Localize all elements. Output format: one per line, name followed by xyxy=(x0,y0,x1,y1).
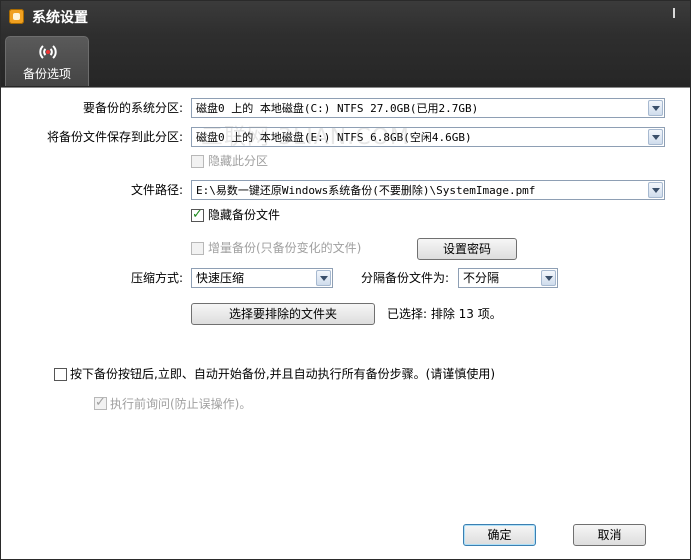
tab-label: 备份选项 xyxy=(22,67,71,81)
window-title: 系统设置 xyxy=(32,10,88,26)
confirm-before-label: 执行前询问(防止误操作)。 xyxy=(110,397,252,411)
split-select[interactable]: 不分隔 xyxy=(458,268,558,288)
source-partition-select[interactable]: 磁盘0 上的 本地磁盘(C:) NTFS 27.0GB(已用2.7GB) xyxy=(191,98,665,118)
chevron-down-icon[interactable] xyxy=(316,270,331,286)
close-icon[interactable] xyxy=(669,8,679,18)
divider xyxy=(1,87,690,88)
file-path-label: 文件路径: xyxy=(130,183,183,197)
hide-partition-checkbox[interactable] xyxy=(191,155,204,168)
confirm-before-checkbox[interactable]: ✓ xyxy=(94,395,107,410)
dest-partition-label: 将备份文件保存到此分区: xyxy=(46,130,183,144)
incremental-backup-label: 增量备份(只备份变化的文件) xyxy=(208,241,362,255)
compression-value: 快速压缩 xyxy=(196,272,245,285)
compression-select[interactable]: 快速压缩 xyxy=(191,268,333,288)
source-partition-value: 磁盘0 上的 本地磁盘(C:) NTFS 27.0GB(已用2.7GB) xyxy=(196,102,479,115)
tab-backup-options[interactable]: 备份选项 xyxy=(5,36,89,86)
split-value: 不分隔 xyxy=(463,272,500,285)
auto-start-checkbox[interactable] xyxy=(54,368,67,381)
file-path-select[interactable]: E:\易数一键还原Windows系统备份(不要删除)\SystemImage.p… xyxy=(191,180,665,200)
split-label: 分隔备份文件为: xyxy=(361,271,450,285)
title-bar: 系统设置 备份选项 xyxy=(1,1,690,87)
set-password-button[interactable]: 设置密码 xyxy=(417,238,517,260)
hide-backup-file-label: 隐藏备份文件 xyxy=(208,208,281,222)
app-logo-icon xyxy=(9,9,24,24)
broadcast-icon xyxy=(39,45,57,59)
hide-partition-label: 隐藏此分区 xyxy=(208,154,269,168)
settings-window: 系统设置 备份选项 要备份的系统分区: 磁盘0 上的 本地磁盘(C:) NTFS… xyxy=(0,0,691,560)
ok-button[interactable]: 确定 xyxy=(463,524,536,546)
checkmark-icon: ✓ xyxy=(192,207,203,222)
exclude-folders-button[interactable]: 选择要排除的文件夹 xyxy=(191,303,375,325)
chevron-down-icon[interactable] xyxy=(648,100,663,116)
cancel-button[interactable]: 取消 xyxy=(573,524,646,546)
incremental-backup-checkbox[interactable] xyxy=(191,242,204,255)
compression-label: 压缩方式: xyxy=(130,271,183,285)
chevron-down-icon[interactable] xyxy=(648,129,663,145)
exclude-status: 已选择: 排除 13 项。 xyxy=(387,307,502,321)
chevron-down-icon[interactable] xyxy=(541,270,556,286)
file-path-value: E:\易数一键还原Windows系统备份(不要删除)\SystemImage.p… xyxy=(196,184,536,197)
source-partition-label: 要备份的系统分区: xyxy=(82,101,183,115)
chevron-down-icon[interactable] xyxy=(648,182,663,198)
hide-backup-file-checkbox[interactable]: ✓ xyxy=(191,207,204,222)
checkmark-icon: ✓ xyxy=(95,395,106,410)
auto-start-label: 按下备份按钮后,立即、自动开始备份,并且自动执行所有备份步骤。(请谨慎使用) xyxy=(70,367,495,381)
dest-partition-select[interactable]: 磁盘0 上的 本地磁盘(E:) NTFS 6.8GB(空闲4.6GB) xyxy=(191,127,665,147)
dest-partition-value: 磁盘0 上的 本地磁盘(E:) NTFS 6.8GB(空闲4.6GB) xyxy=(196,131,472,144)
